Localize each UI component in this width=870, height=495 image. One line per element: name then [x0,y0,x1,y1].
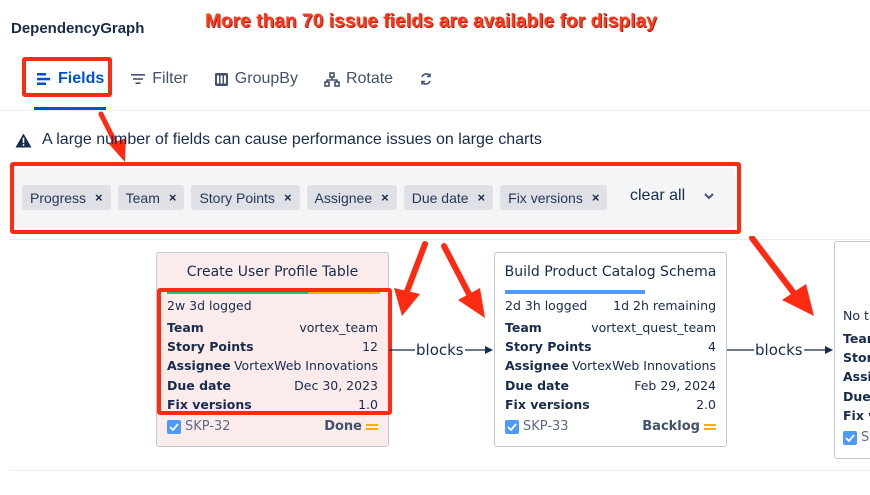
field-key: Fix versions [505,397,590,412]
performance-warning: A large number of fields can cause perfo… [15,131,542,149]
issue-key-label: SK [861,430,870,445]
groupby-icon [214,72,228,86]
highlight-fields-box [22,57,112,97]
tab-groupby-label: GroupBy [234,70,298,87]
annotation-arrows-cards [394,236,814,318]
field-key: Story [843,350,870,365]
refresh-button[interactable] [419,72,433,86]
tab-rotate-label: Rotate [345,70,394,87]
field-value: Feb 29, 2024 [634,378,716,393]
issue-key-label: SKP-33 [523,419,569,434]
annotation-banner: More than 70 issue fields are available … [205,11,657,32]
app-title: DependencyGraph [11,20,145,37]
issue-key-label: SKP-32 [185,419,231,434]
refresh-icon [421,73,431,85]
story-checkbox-icon [843,430,857,445]
filter-icon [131,74,146,84]
tab-filter-label: Filter [152,70,188,87]
highlight-card-fields-box [157,288,392,415]
story-checkbox-icon [505,419,519,434]
rotate-icon [324,71,340,87]
tab-rotate[interactable]: Rotate [324,70,393,88]
priority-medium-icon [704,423,716,430]
issue-key[interactable]: SKP-33 [505,419,569,434]
tab-groupby[interactable]: GroupBy [214,70,298,88]
highlight-chips-box [10,162,741,234]
priority-medium-icon [366,423,378,430]
field-key: Assignee [505,358,569,373]
issue-key[interactable]: SK [843,430,870,445]
status-badge: Done [324,419,378,434]
issue-key[interactable]: SKP-32 [167,419,231,434]
tab-filter[interactable]: Filter [130,70,188,88]
warning-icon [15,133,32,147]
field-key: Due [843,389,870,404]
status-label: Done [324,419,362,434]
warning-text: A large number of fields can cause perfo… [42,131,542,148]
field-value: 2.0 [696,397,716,412]
field-key: Fix v [843,408,870,423]
status-label: Backlog [642,419,700,434]
field-key: Due date [505,378,569,393]
field-key: Assig [843,369,870,384]
field-value: VortexWeb Innovations [571,358,716,373]
issue-card-title: Create User Profile Table [186,264,359,280]
status-badge: Backlog [642,419,716,434]
story-checkbox-icon [167,419,181,434]
